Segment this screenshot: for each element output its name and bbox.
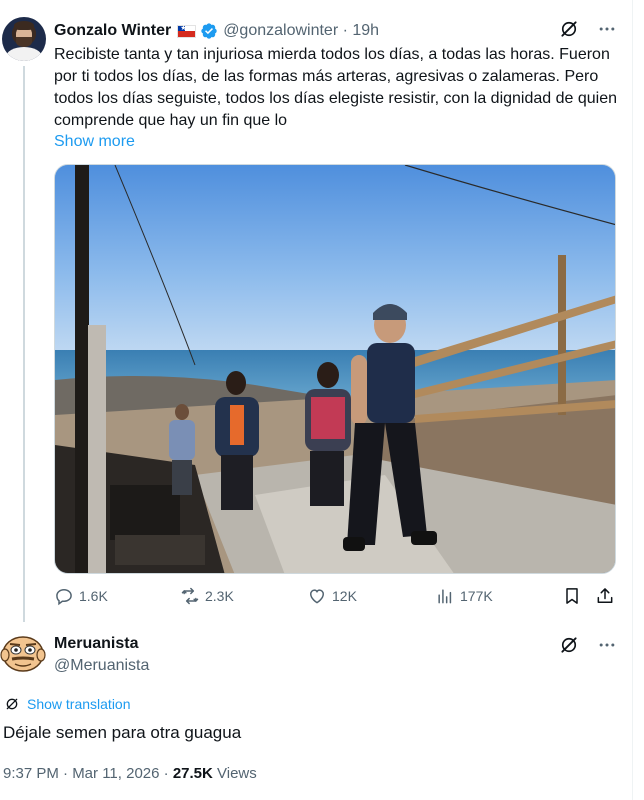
reply-count: 1.6K bbox=[79, 588, 108, 604]
reply-views-count: 27.5K bbox=[172, 765, 213, 782]
reply-text: Déjale semen para otra guagua bbox=[3, 723, 242, 742]
bookmark-action[interactable] bbox=[562, 586, 582, 606]
tweet-top-actions bbox=[558, 18, 618, 40]
views-count: 177K bbox=[460, 588, 493, 604]
repost-count: 2.3K bbox=[205, 588, 234, 604]
tweet-photo[interactable] bbox=[54, 164, 616, 574]
share-action[interactable] bbox=[595, 586, 615, 606]
tweet-text: Recibiste tanta y tan injuriosa mierda t… bbox=[54, 46, 618, 129]
chile-flag-icon: ★ bbox=[177, 24, 197, 38]
grok-icon[interactable] bbox=[558, 18, 580, 40]
show-translation-link[interactable]: Show translation bbox=[4, 696, 131, 712]
grok-icon[interactable] bbox=[558, 634, 580, 656]
reply-author-handle[interactable]: @Meruanista bbox=[54, 655, 149, 677]
show-translation-label: Show translation bbox=[27, 696, 131, 712]
translate-icon bbox=[6, 698, 18, 710]
reply-meta: 9:37 PM · Mar 11, 2026 · 27.5K Views bbox=[3, 764, 257, 784]
reply-action[interactable]: 1.6K bbox=[54, 586, 108, 606]
reply-icon bbox=[56, 588, 72, 606]
meruanista-avatar[interactable] bbox=[0, 633, 46, 675]
reply-timestamp[interactable]: 9:37 PM · Mar 11, 2026 · bbox=[3, 765, 173, 782]
column-border bbox=[632, 0, 633, 800]
share-icon bbox=[597, 588, 613, 603]
author-handle-time[interactable]: @gonzalowinter · 19h bbox=[223, 22, 379, 40]
author-name[interactable]: Gonzalo Winter bbox=[54, 22, 171, 40]
bookmark-icon bbox=[566, 588, 578, 604]
verified-badge-icon[interactable] bbox=[200, 22, 218, 40]
thread-line bbox=[23, 66, 25, 622]
tweet-actions-bar: 1.6K 2.3K 12K 177K bbox=[54, 586, 622, 612]
tweet-header: Gonzalo Winter ★ @gonzalowinter · 19h bbox=[54, 20, 379, 42]
repost-icon bbox=[181, 587, 199, 605]
more-options-icon[interactable] bbox=[596, 634, 618, 656]
repost-action[interactable]: 2.3K bbox=[180, 586, 234, 606]
like-count: 12K bbox=[332, 588, 357, 604]
heart-icon bbox=[309, 589, 325, 604]
author-avatar[interactable] bbox=[2, 17, 46, 61]
like-action[interactable]: 12K bbox=[307, 586, 357, 606]
show-more-link[interactable]: Show more bbox=[54, 131, 135, 153]
reply-top-actions bbox=[558, 634, 618, 656]
reply-views-label: Views bbox=[212, 765, 257, 782]
views-chart-icon bbox=[438, 589, 452, 604]
reply-author-name[interactable]: Meruanista bbox=[54, 633, 149, 655]
more-options-icon[interactable] bbox=[596, 18, 618, 40]
reply-header: Meruanista @Meruanista bbox=[54, 633, 149, 677]
views-action[interactable]: 177K bbox=[435, 586, 493, 606]
